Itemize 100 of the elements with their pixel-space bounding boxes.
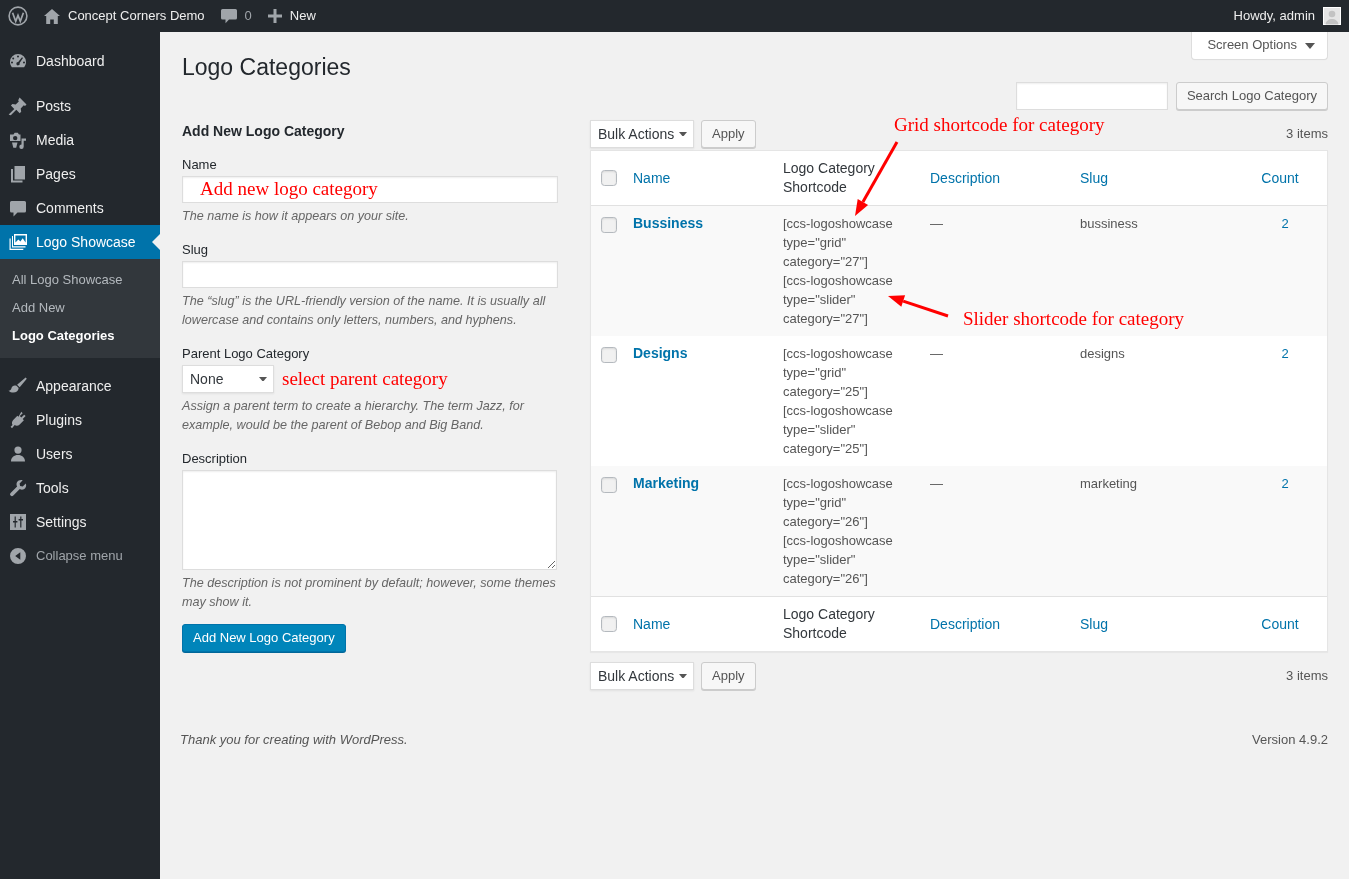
sliders-icon [8,512,28,532]
camera-music-icon [8,130,28,150]
field-label: Name [182,156,217,174]
field-label: Description [182,450,248,468]
shortcode-text: [ccs-logoshowcase type="grid" category="26"] [783,475,894,531]
collapse-arrow-icon [8,546,28,566]
submenu-item[interactable]: Logo Categories [0,322,160,350]
plug-icon [8,410,28,430]
slug-text: marketing [1080,476,1138,491]
menu-item[interactable]: Posts [0,89,160,123]
column-header-link[interactable]: Slug [1080,615,1109,632]
paintbrush-icon [8,376,28,396]
add-category-button[interactable]: Add New Logo Category [182,624,346,652]
page-title: Logo Categories [182,53,351,82]
bulk-actions-dropdown[interactable]: Bulk Actions [590,120,694,148]
search-field[interactable] [1015,82,1168,110]
current-indicator-icon [152,234,160,250]
help-text: The description is not prominent by default; however, some themes may show it. [182,575,557,611]
field-label: Slug [182,241,209,259]
screen-options-button[interactable]: Screen Options [1191,32,1328,60]
pushpin-icon [8,96,28,116]
column-header-link[interactable]: Name [633,615,671,632]
number-link[interactable]: 2 [1281,216,1289,231]
menu-item[interactable]: Pages [0,157,160,191]
home-icon [44,8,60,24]
apply-button[interactable]: Apply [701,662,756,690]
search-button[interactable]: Search Logo Category [1175,82,1328,110]
column-header: Logo Category Shortcode [783,606,875,641]
site-name-link[interactable]: Concept Corners Demo [36,0,213,32]
description-text: — [930,346,943,361]
menu-item[interactable]: Settings [0,505,160,539]
row-checkbox[interactable] [601,347,617,363]
menu-item[interactable]: Users [0,437,160,471]
comments-link[interactable]: 0 [212,0,260,32]
number-link[interactable]: 2 [1281,476,1289,491]
category-name-link[interactable]: Marketing [633,475,700,491]
avatar-icon [1323,7,1341,25]
select-all-checkbox[interactable] [601,170,617,186]
wrench-icon [8,478,28,498]
annotation-text: select parent category [282,368,448,390]
shortcode-text: [ccs-logoshowcase type="slider" category="27"] [783,272,894,328]
row-checkbox[interactable] [601,477,617,493]
pointer-arrow-icon [886,294,950,318]
bulk-actions-dropdown[interactable]: Bulk Actions [590,662,694,690]
collapse-menu-button[interactable]: Collapse menu [0,539,160,573]
caret-icon [679,131,687,137]
version-text: Version 4.9.2 [1252,731,1328,749]
menu-item[interactable]: Logo Showcase [0,225,160,259]
plus-icon [267,9,282,23]
column-header: Logo Category Shortcode [783,160,875,195]
category-name-link[interactable]: Designs [633,345,688,361]
text-field[interactable] [182,176,558,203]
wordpress-link[interactable]: WordPress [339,732,404,747]
menu-item[interactable]: Dashboard [0,44,160,78]
speech-bubble-icon [220,8,237,24]
speech-bubble-icon [8,198,28,218]
person-icon [8,444,28,464]
help-text: The name is how it appears on your site. [182,208,410,225]
caret-icon [679,673,687,679]
column-header-link[interactable]: Count [1261,169,1299,186]
menu-item[interactable]: Media [0,123,160,157]
parent-category-dropdown[interactable]: None [182,365,274,393]
field-label: Parent Logo Category [182,345,310,363]
description-field[interactable] [182,470,557,570]
annotation-text: Slider shortcode for category [963,308,1185,330]
apply-button[interactable]: Apply [701,120,756,148]
item-count: 3 items [1286,666,1328,685]
menu-item[interactable]: Plugins [0,403,160,437]
caret-icon [1305,42,1315,49]
footer-credit: Thank you for creating with WordPress. [180,731,408,749]
help-text: Assign a parent term to create a hierarchy. The term Jazz, for example, would be the parent of Bebop and Big Band. [182,398,526,434]
site-logo-icon[interactable] [8,6,28,26]
column-header-link[interactable]: Name [633,169,671,186]
item-count: 3 items [1286,124,1328,143]
row-checkbox[interactable] [601,217,617,233]
column-header-link[interactable]: Count [1261,615,1299,632]
annotation-text: Add new logo category [200,178,378,200]
text-field[interactable] [182,261,558,288]
menu-item[interactable]: Comments [0,191,160,225]
shortcode-text: [ccs-logoshowcase type="slider" category="26"] [783,532,894,588]
number-link[interactable]: 2 [1281,346,1289,361]
description-text: — [930,216,943,231]
shortcode-text: [ccs-logoshowcase type="slider" category="25"] [783,402,894,458]
category-name-link[interactable]: Bussiness [633,215,704,231]
menu-item[interactable]: Appearance [0,369,160,403]
annotation-text: Grid shortcode for category [894,114,1105,136]
submenu-item[interactable]: Add New [0,294,160,322]
pages-icon [8,164,28,184]
menu-item[interactable]: Tools [0,471,160,505]
select-all-checkbox[interactable] [601,616,617,632]
column-header-link[interactable]: Description [930,615,1001,632]
form-heading: Add New Logo Category [182,122,346,141]
slug-text: bussiness [1080,216,1138,231]
submenu-item[interactable]: All Logo Showcase [0,266,160,294]
account-link[interactable]: Howdy, admin [1225,0,1349,32]
caret-icon [259,376,267,382]
column-header-link[interactable]: Description [930,169,1001,186]
slug-text: designs [1080,346,1125,361]
column-header-link[interactable]: Slug [1080,169,1109,186]
new-content-link[interactable]: New [259,0,324,32]
